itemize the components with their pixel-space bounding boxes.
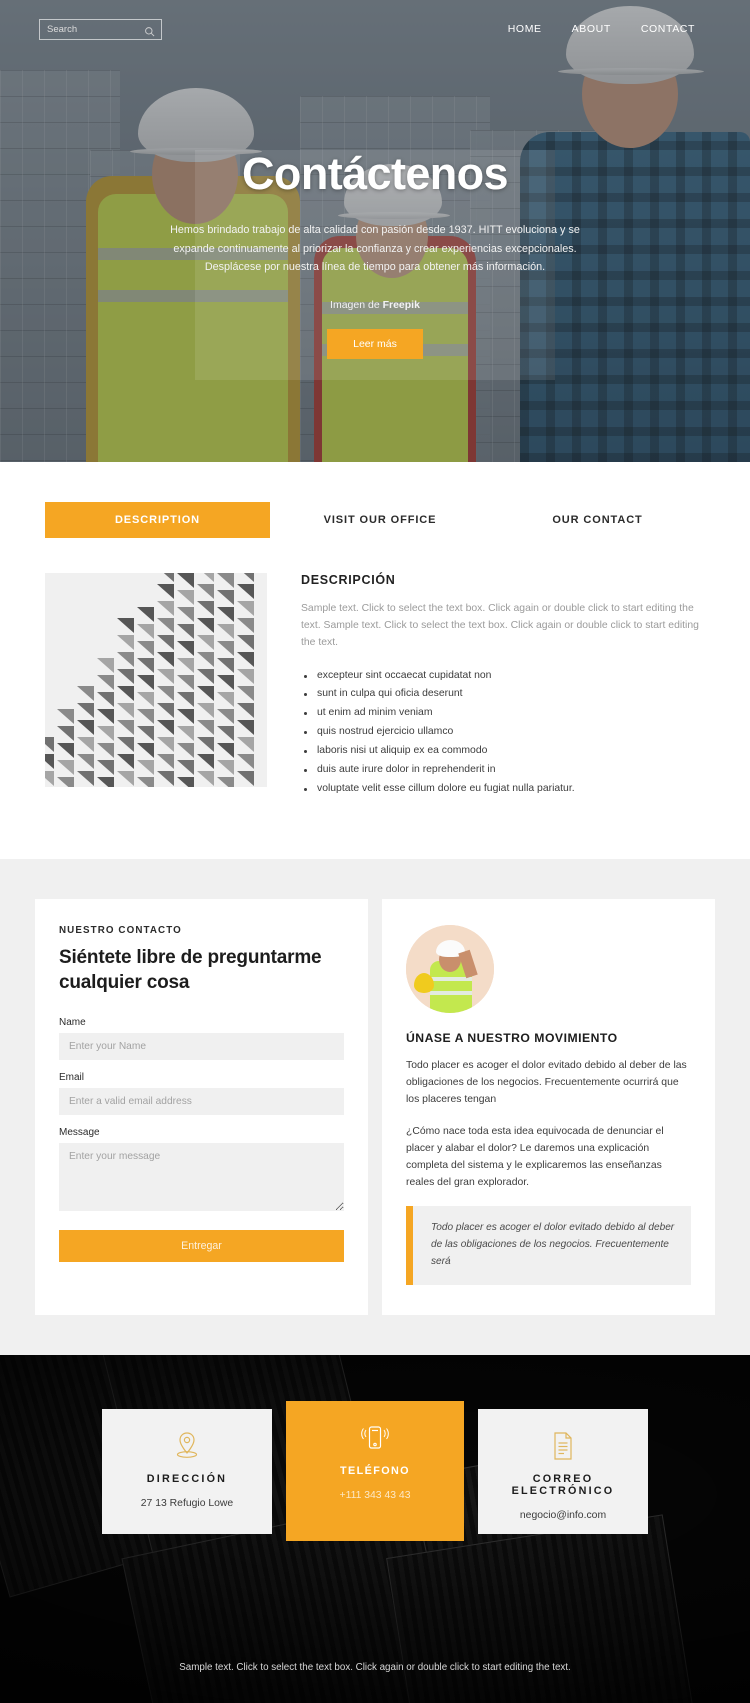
description-body: DESCRIPCIÓN Sample text. Click to select… xyxy=(301,573,705,799)
map-pin-icon xyxy=(112,1429,262,1463)
list-item: sunt in culpa qui oficia deserunt xyxy=(301,686,705,703)
movement-quote: Todo placer es acoger el dolor evitado d… xyxy=(406,1206,691,1285)
submit-button[interactable]: Entregar xyxy=(59,1230,344,1263)
page-root: HOME ABOUT CONTACT Contáctenos Hemos bri… xyxy=(0,0,750,1703)
footer-note: Sample text. Click to select the text bo… xyxy=(179,1661,571,1673)
contact-form-title: Siéntete libre de preguntarme cualquier … xyxy=(59,947,322,993)
list-item: voluptate velit esse cillum dolore eu fu… xyxy=(301,781,705,798)
list-item: ut enim ad minim veniam xyxy=(301,705,705,722)
contact-card-title: TELÉFONO xyxy=(340,1464,410,1477)
image-credit-source: Freepik xyxy=(382,298,420,311)
page-title: Contáctenos xyxy=(242,148,509,199)
tab-bar: DESCRIPTION VISIT OUR OFFICE OUR CONTACT xyxy=(45,502,705,538)
movement-paragraph-1: Todo placer es acoger el dolor evitado d… xyxy=(406,1060,687,1106)
name-field[interactable] xyxy=(59,1033,344,1061)
movement-quote-text: Todo placer es acoger el dolor evitado d… xyxy=(431,1222,675,1267)
contact-card-title: DIRECCIÓN xyxy=(146,1472,228,1485)
movement-heading: ÚNASE A NUESTRO MOVIMIENTO xyxy=(406,1031,618,1046)
movement-paragraph-2: ¿Cómo nace toda esta idea equivocada de … xyxy=(406,1125,664,1188)
read-more-button[interactable]: Leer más xyxy=(327,328,423,359)
hero-section: HOME ABOUT CONTACT Contáctenos Hemos bri… xyxy=(0,0,750,462)
contact-card-title: CORREO ELECTRÓNICO xyxy=(511,1472,615,1497)
contact-card-direccion[interactable]: DIRECCIÓN 27 13 Refugio Lowe xyxy=(102,1408,272,1534)
list-item: laboris nisi ut aliquip ex ea commodo xyxy=(301,743,705,760)
tab-description[interactable]: DESCRIPTION xyxy=(45,502,270,538)
nav-links: HOME ABOUT CONTACT xyxy=(508,23,695,35)
document-icon xyxy=(488,1429,638,1463)
nav-link-home[interactable]: HOME xyxy=(508,23,542,35)
contact-form-kicker: NUESTRO CONTACTO xyxy=(59,925,182,937)
contact-card-value: 27 13 Refugio Lowe xyxy=(140,1497,234,1509)
email-field[interactable] xyxy=(59,1088,344,1116)
worker-avatar xyxy=(406,925,494,1014)
description-heading: DESCRIPCIÓN xyxy=(301,573,396,587)
mobile-phone-icon xyxy=(296,1421,454,1455)
email-label: Email xyxy=(59,1072,85,1084)
message-label: Message xyxy=(59,1127,100,1139)
contact-cards-section: DIRECCIÓN 27 13 Refugio Lowe TELÉFONO +1… xyxy=(0,1354,750,1703)
top-navigation: HOME ABOUT CONTACT xyxy=(0,0,750,58)
image-credit-prefix: Imagen de xyxy=(330,298,383,311)
nav-link-about[interactable]: ABOUT xyxy=(572,23,611,35)
tab-visit-our-office[interactable]: VISIT OUR OFFICE xyxy=(270,502,490,538)
list-item: quis nostrud ejercicio ullamco xyxy=(301,724,705,741)
contact-info-cards: DIRECCIÓN 27 13 Refugio Lowe TELÉFONO +1… xyxy=(102,1400,648,1541)
description-section: DESCRIPTION VISIT OUR OFFICE OUR CONTACT… xyxy=(0,462,750,860)
list-item: excepteur sint occaecat cupidatat non xyxy=(301,668,705,685)
hero-subtitle: Hemos brindado trabajo de alta calidad c… xyxy=(170,224,580,274)
contact-section: NUESTRO CONTACTO Siéntete libre de pregu… xyxy=(0,859,750,1355)
description-paragraph: Sample text. Click to select the text bo… xyxy=(301,603,699,648)
hero-content: Contáctenos Hemos brindado trabajo de al… xyxy=(0,150,750,359)
nav-link-contact[interactable]: CONTACT xyxy=(641,23,695,35)
list-item: duis aute irure dolor in reprehenderit i… xyxy=(301,762,705,779)
search-icon[interactable] xyxy=(144,24,155,42)
name-label: Name xyxy=(59,1017,86,1029)
search-input[interactable] xyxy=(40,23,136,35)
contact-card-correo[interactable]: CORREO ELECTRÓNICO negocio@info.com xyxy=(478,1408,648,1534)
description-image xyxy=(45,573,267,787)
contact-card-value: +111 343 43 43 xyxy=(339,1489,411,1501)
search-box[interactable] xyxy=(39,18,162,42)
tab-our-contact[interactable]: OUR CONTACT xyxy=(490,502,705,538)
description-bullet-list: excepteur sint occaecat cupidatat non su… xyxy=(301,668,705,798)
message-field[interactable] xyxy=(59,1143,344,1212)
contact-form-card: NUESTRO CONTACTO Siéntete libre de pregu… xyxy=(35,899,368,1315)
contact-card-telefono[interactable]: TELÉFONO +111 343 43 43 xyxy=(286,1400,464,1541)
contact-card-value: negocio@info.com xyxy=(519,1509,607,1521)
image-credit: Imagen de Freepik xyxy=(190,299,560,311)
movement-card: ÚNASE A NUESTRO MOVIMIENTO Todo placer e… xyxy=(382,899,715,1315)
